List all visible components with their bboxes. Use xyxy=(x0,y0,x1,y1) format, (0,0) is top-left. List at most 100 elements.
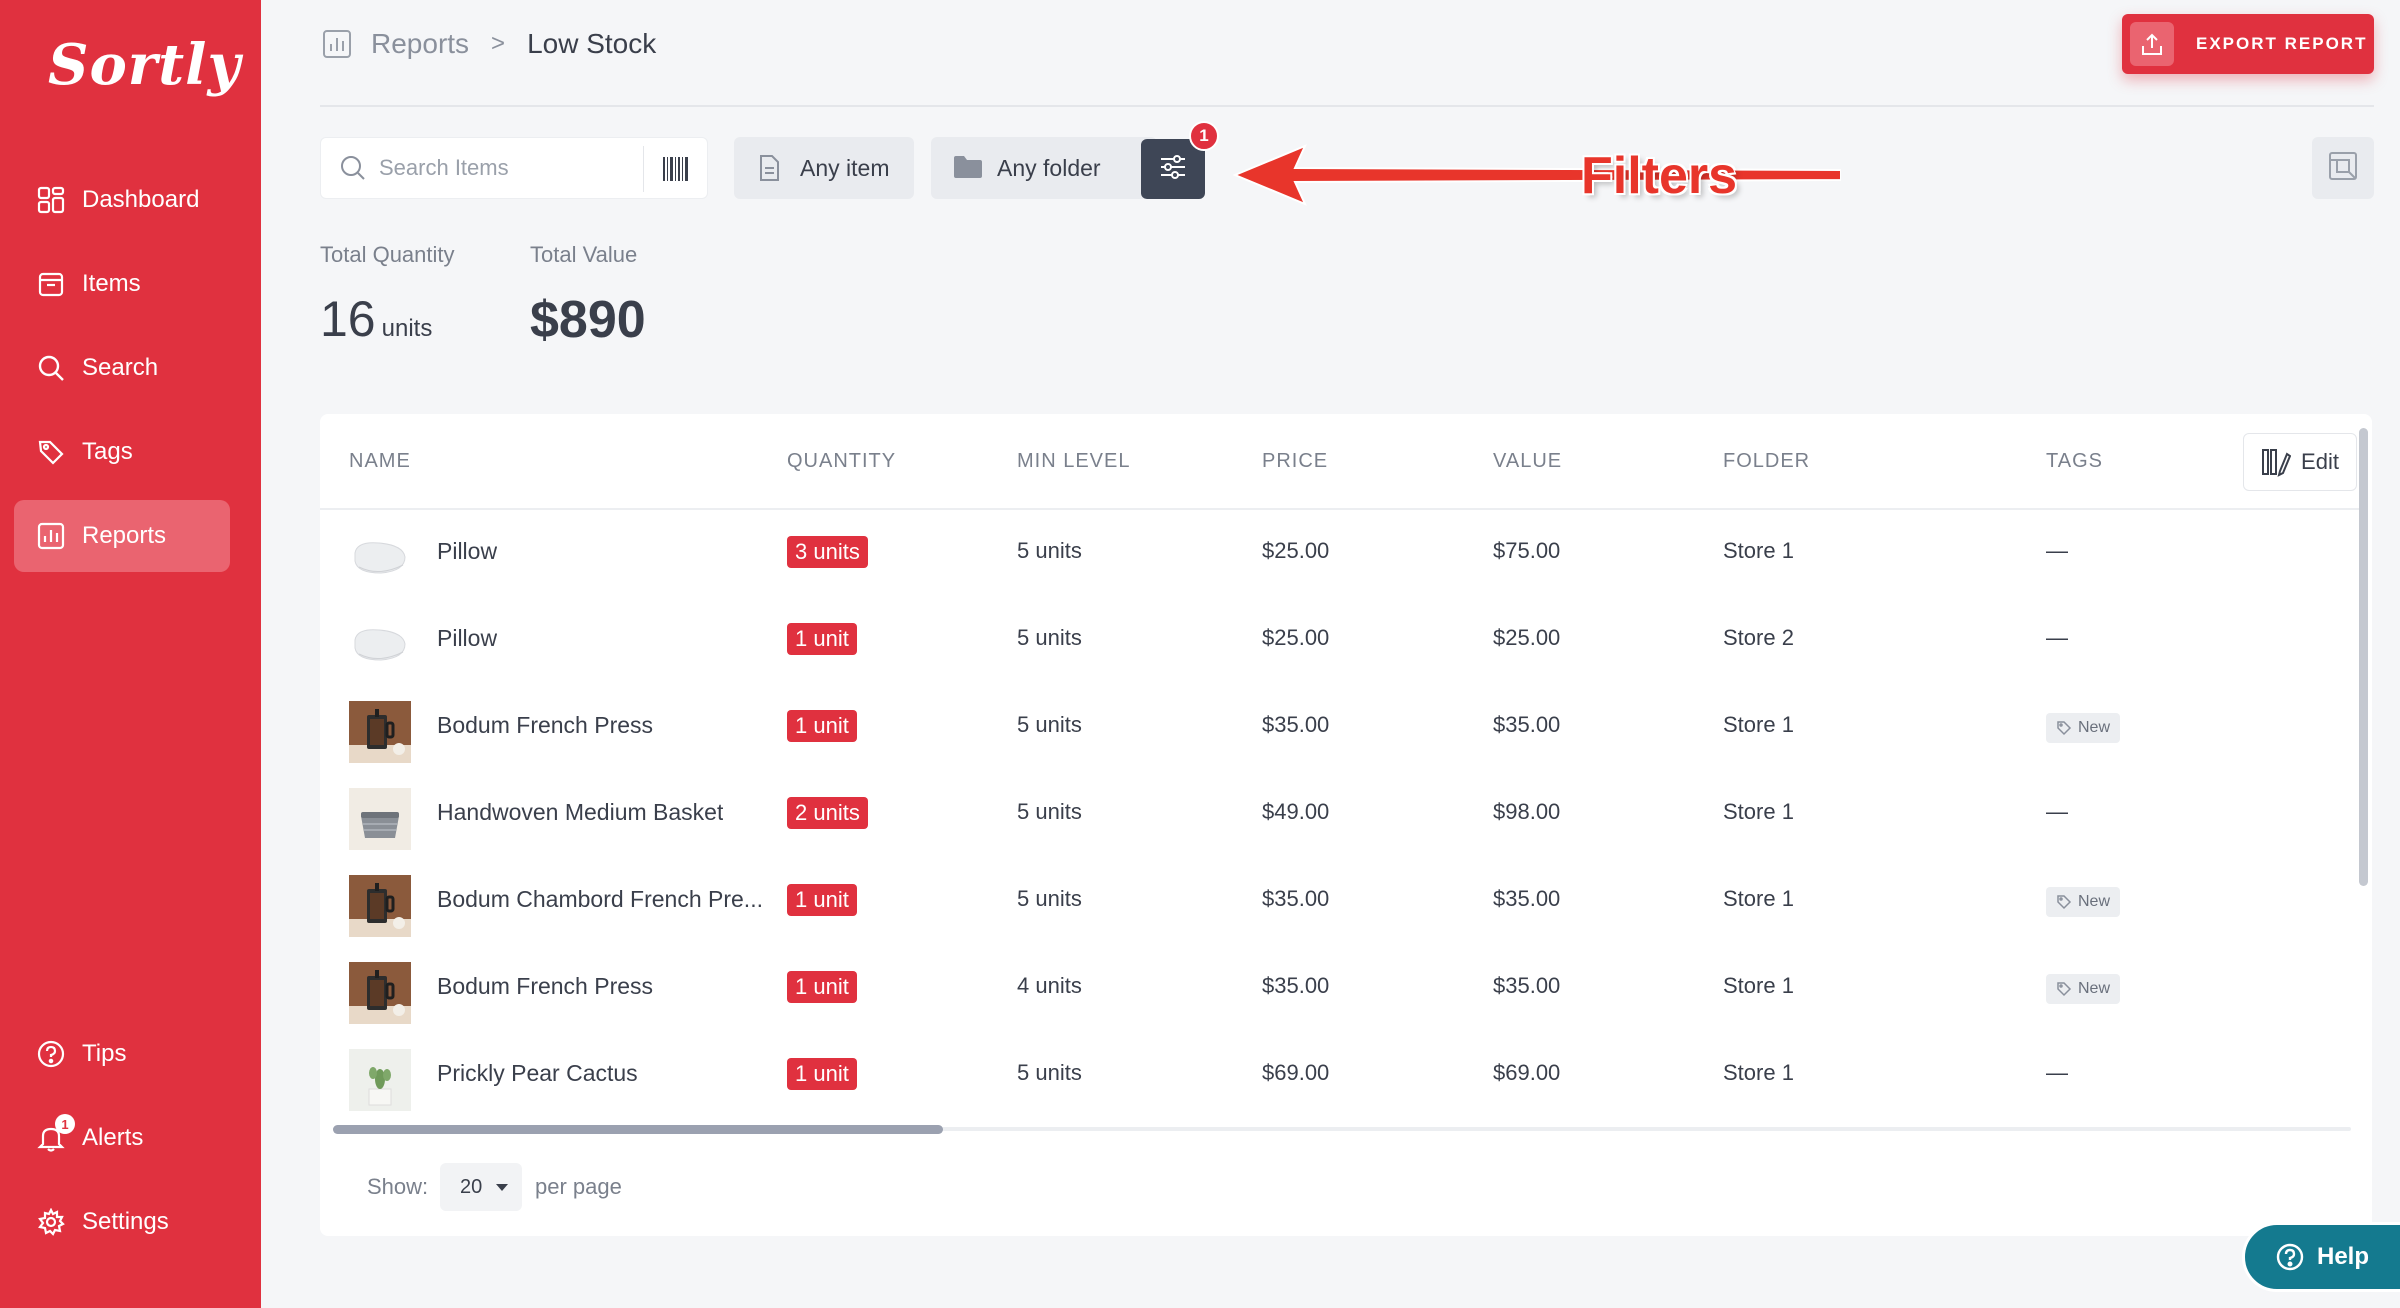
export-report-button[interactable]: EXPORT REPORT xyxy=(2122,14,2374,74)
item-name[interactable]: Bodum French Press xyxy=(437,712,653,739)
search-icon xyxy=(339,154,367,182)
table-row[interactable]: Bodum French Press 1 unit 4 units $35.00 $35… xyxy=(261,945,2321,1032)
annotation-arrow xyxy=(1233,144,1841,206)
folder-value: Store 1 xyxy=(1723,712,1794,737)
sidebar-item-settings[interactable]: Settings xyxy=(14,1186,230,1258)
horizontal-scrollbar-thumb[interactable] xyxy=(333,1125,943,1134)
breadcrumb-reports-link[interactable]: Reports xyxy=(371,28,469,60)
gear-icon xyxy=(36,1207,66,1237)
tag-chip[interactable]: New xyxy=(2046,887,2121,917)
caret-down-icon xyxy=(496,1183,509,1191)
value-value: $35.00 xyxy=(1493,712,1561,737)
sidebar-item-search[interactable]: Search xyxy=(14,332,230,404)
column-header-quantity[interactable]: QUANTITY xyxy=(787,450,896,473)
min-level-value: 5 units xyxy=(1017,886,1082,911)
total-value-amount: $890 xyxy=(530,291,646,349)
sidebar-item-reports[interactable]: Reports xyxy=(14,500,230,572)
value-value: $25.00 xyxy=(1493,625,1561,650)
quantity-badge: 1 unit xyxy=(787,971,857,1003)
tags-empty-value: — xyxy=(2046,538,2068,563)
item-name[interactable]: Pillow xyxy=(437,538,497,565)
folder-filter[interactable]: Any folder xyxy=(931,137,1157,199)
price-value: $25.00 xyxy=(1262,538,1330,563)
layout-icon xyxy=(2328,151,2358,186)
folder-value: Store 1 xyxy=(1723,886,1794,911)
view-toggle-button[interactable] xyxy=(2312,137,2374,199)
sidebar-item-tips[interactable]: Tips xyxy=(14,1018,230,1090)
barcode-scan-icon[interactable] xyxy=(643,146,707,192)
item-name[interactable]: Bodum Chambord French Pre... xyxy=(437,886,763,913)
quantity-badge: 1 unit xyxy=(787,710,857,742)
total-quantity-unit: units xyxy=(381,315,433,342)
column-header-tags[interactable]: TAGS xyxy=(2046,450,2103,473)
table-row[interactable]: Prickly Pear Cactus 1 unit 5 units $69.00 $6… xyxy=(261,1032,2321,1119)
item-name[interactable]: Prickly Pear Cactus xyxy=(437,1060,638,1087)
tags-empty-value: — xyxy=(2046,1060,2068,1085)
column-header-min-level[interactable]: MIN LEVEL xyxy=(1017,450,1130,473)
alerts-badge: 1 xyxy=(55,1114,75,1134)
tag-icon xyxy=(36,437,66,467)
annotation-label: Filters xyxy=(1581,147,1738,205)
tag-icon xyxy=(2057,982,2072,997)
sidebar-item-alerts[interactable]: 1 Alerts xyxy=(14,1102,230,1174)
sortly-logo[interactable]: Sortly xyxy=(48,32,241,98)
filter-count-badge: 1 xyxy=(1189,121,1219,151)
tag-chip-label: New xyxy=(2078,980,2111,997)
item-thumbnail[interactable] xyxy=(349,701,411,763)
reports-icon xyxy=(36,521,66,551)
item-name[interactable]: Bodum French Press xyxy=(437,973,653,1000)
items-icon xyxy=(36,269,66,299)
breadcrumb: Reports > Low Stock xyxy=(321,24,656,64)
sidebar-item-items[interactable]: Items xyxy=(14,248,230,320)
search-field[interactable] xyxy=(320,137,708,199)
min-level-value: 5 units xyxy=(1017,1060,1082,1085)
per-page-label: per page xyxy=(535,1174,622,1199)
column-header-value[interactable]: VALUE xyxy=(1493,450,1562,473)
export-report-label: EXPORT REPORT xyxy=(2196,34,2368,53)
table-row[interactable]: Pillow 1 unit 5 units $25.00 $25.00 Store 2 — xyxy=(261,597,2321,684)
column-header-folder[interactable]: FOLDER xyxy=(1723,450,1810,473)
table-row[interactable]: Pillow 3 units 5 units $25.00 $75.00 Store 1 — xyxy=(261,510,2321,597)
value-value: $75.00 xyxy=(1493,538,1561,563)
item-name[interactable]: Handwoven Medium Basket xyxy=(437,799,723,826)
column-header-name[interactable]: NAME xyxy=(349,450,411,473)
item-thumbnail[interactable] xyxy=(349,875,411,937)
tag-chip[interactable]: New xyxy=(2046,974,2121,1004)
help-circle-icon xyxy=(36,1039,66,1069)
vertical-scrollbar-thumb[interactable] xyxy=(2359,428,2368,886)
column-header-price[interactable]: PRICE xyxy=(1262,450,1328,473)
min-level-value: 5 units xyxy=(1017,712,1082,737)
quantity-badge: 3 units xyxy=(787,536,868,568)
price-value: $35.00 xyxy=(1262,886,1330,911)
item-thumbnail[interactable] xyxy=(349,527,411,589)
quantity-badge: 1 unit xyxy=(787,623,857,655)
table-row[interactable]: Handwoven Medium Basket 2 units 5 units $49… xyxy=(261,771,2321,858)
table-row[interactable]: Bodum Chambord French Pre... 1 unit 5 unit… xyxy=(261,858,2321,945)
price-value: $25.00 xyxy=(1262,625,1330,650)
sidebar-item-dashboard[interactable]: Dashboard xyxy=(14,164,230,236)
item-name[interactable]: Pillow xyxy=(437,625,497,652)
per-page-select[interactable]: 20 xyxy=(440,1163,522,1211)
total-value-label: Total Value xyxy=(530,242,638,267)
sidebar-item-label: Dashboard xyxy=(82,186,200,213)
item-thumbnail[interactable] xyxy=(349,614,411,676)
edit-columns-button[interactable]: Edit xyxy=(2243,433,2357,491)
sidebar-item-label: Settings xyxy=(82,1208,169,1235)
value-value: $35.00 xyxy=(1493,886,1561,911)
folder-value: Store 1 xyxy=(1723,538,1794,563)
help-button[interactable]: Help xyxy=(2242,1222,2400,1292)
search-icon xyxy=(36,353,66,383)
item-thumbnail[interactable] xyxy=(349,788,411,850)
item-thumbnail[interactable] xyxy=(349,962,411,1024)
search-input[interactable] xyxy=(379,155,629,181)
item-type-filter[interactable]: Any item xyxy=(734,137,914,199)
help-label: Help xyxy=(2317,1243,2370,1270)
sidebar-item-tags[interactable]: Tags xyxy=(14,416,230,488)
price-value: $35.00 xyxy=(1262,712,1330,737)
folder-value: Store 1 xyxy=(1723,1060,1794,1085)
value-value: $98.00 xyxy=(1493,799,1561,824)
item-thumbnail[interactable] xyxy=(349,1049,411,1111)
price-value: $69.00 xyxy=(1262,1060,1330,1085)
table-row[interactable]: Bodum French Press 1 unit 5 units $35.00 $35… xyxy=(261,684,2321,771)
tag-chip[interactable]: New xyxy=(2046,713,2121,743)
